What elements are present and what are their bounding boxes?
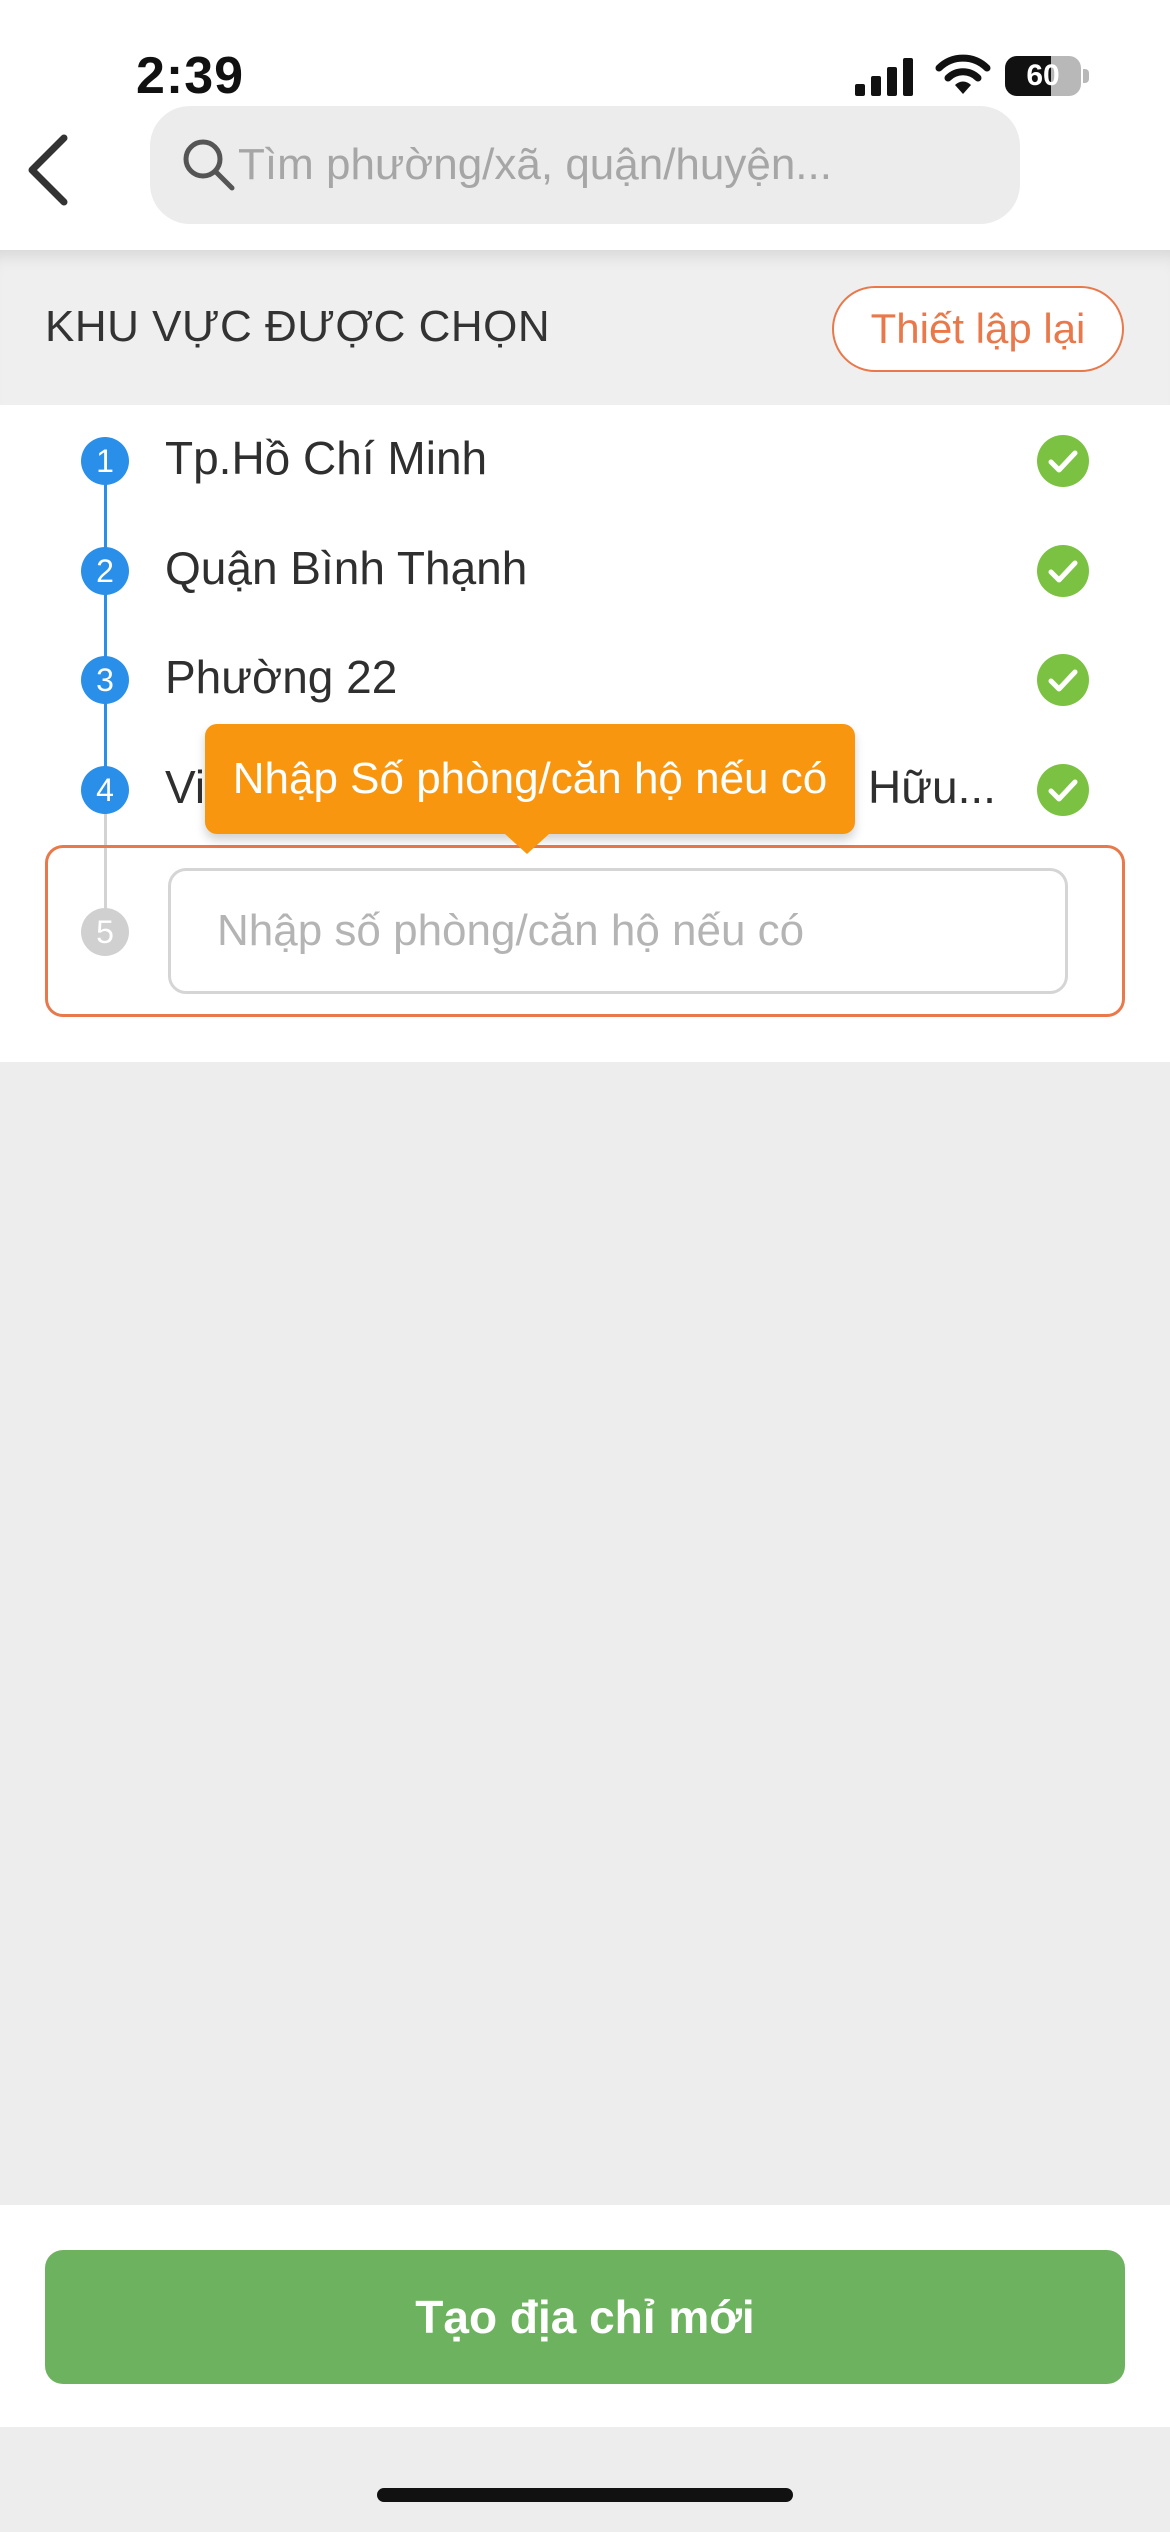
step-number: 2 [81, 547, 129, 595]
step-label: Phường 22 [165, 651, 398, 703]
step-number: 4 [81, 766, 129, 814]
check-icon [1037, 435, 1089, 487]
search-box[interactable] [150, 106, 1020, 224]
section-title: KHU VỰC ĐƯỢC CHỌN [45, 302, 551, 351]
status-time: 2:39 [136, 47, 245, 105]
step-row-district[interactable]: 2 Quận Bình Thạnh [0, 525, 1170, 615]
battery-icon: 60 [1005, 56, 1089, 96]
status-bar: 2:39 60 [0, 0, 1170, 250]
tooltip-arrow [505, 834, 549, 854]
search-icon [183, 139, 235, 191]
step-row-city[interactable]: 1 Tp.Hồ Chí Minh [0, 415, 1170, 505]
check-icon [1037, 764, 1089, 816]
step-number: 5 [81, 908, 129, 956]
step-label: Tp.Hồ Chí Minh [165, 432, 488, 484]
wifi-icon [935, 54, 991, 94]
step-label-tail: Hữu... [868, 761, 996, 813]
step-number: 1 [81, 437, 129, 485]
signal-icon [855, 58, 913, 96]
step-label: Quận Bình Thạnh [165, 542, 528, 594]
section-header: KHU VỰC ĐƯỢC CHỌN Thiết lập lại [0, 250, 1170, 405]
screen: 2:39 60 KHU VỰC ĐƯỢC C [0, 0, 1170, 2532]
step-number: 3 [81, 656, 129, 704]
step-row-ward[interactable]: 3 Phường 22 [0, 634, 1170, 724]
back-icon[interactable] [22, 130, 74, 210]
create-address-button[interactable]: Tạo địa chỉ mới [45, 2250, 1125, 2384]
tooltip-text: Nhập Số phòng/căn hộ nếu có [232, 754, 828, 803]
search-input[interactable] [238, 106, 998, 224]
step-label: Vi [165, 761, 206, 813]
check-icon [1037, 654, 1089, 706]
room-field-box: 5 [45, 845, 1125, 1017]
battery-level: 60 [1026, 59, 1060, 92]
home-indicator[interactable] [377, 2488, 793, 2502]
tooltip: Nhập Số phòng/căn hộ nếu có [205, 724, 855, 834]
room-number-input[interactable] [168, 868, 1068, 994]
check-icon [1037, 545, 1089, 597]
reset-button[interactable]: Thiết lập lại [832, 286, 1124, 372]
bottom-bar: Tạo địa chỉ mới [0, 2205, 1170, 2427]
